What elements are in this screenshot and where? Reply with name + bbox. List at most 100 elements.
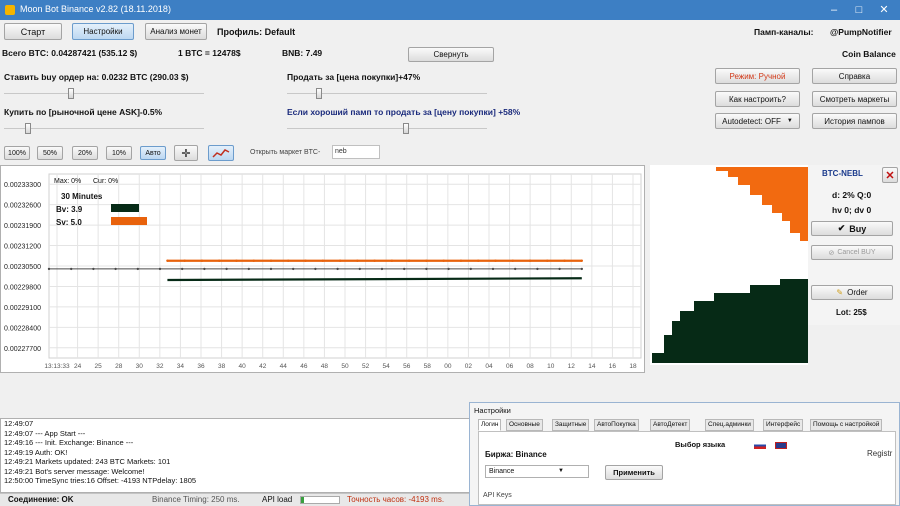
pair-label: BTC-NEBL	[822, 169, 863, 178]
x-tick-label: 50	[341, 363, 349, 370]
buy-market-slider-thumb[interactable]	[25, 123, 31, 134]
register-label[interactable]: Registr	[867, 449, 892, 458]
mode-manual-button[interactable]: Режим: Ручной	[715, 68, 800, 84]
series-point	[183, 259, 186, 262]
series-point	[203, 267, 206, 271]
x-tick-label: 12	[568, 363, 576, 370]
zoom-auto-button[interactable]: Авто	[140, 146, 166, 160]
close-window-button[interactable]: ✕	[872, 2, 896, 18]
market-search-input[interactable]: neb	[332, 145, 380, 159]
tab-special[interactable]: Спец.админки	[705, 419, 754, 431]
crosshair-icon[interactable]: ✛	[174, 145, 198, 161]
buy-market-slider[interactable]	[4, 123, 204, 134]
buy-order-label: Ставить buy ордер на: 0.0232 BTC (290.03…	[4, 72, 189, 82]
x-tick-label: 36	[197, 363, 205, 370]
log-line: 12:49:07	[4, 419, 34, 428]
x-tick-label: 06	[506, 363, 514, 370]
pump-history-button[interactable]: История пампов	[812, 113, 897, 129]
minimize-button[interactable]: –	[822, 2, 846, 18]
tab-autodetect[interactable]: АвтоДетект	[650, 419, 691, 431]
sell-slider[interactable]	[287, 88, 487, 99]
y-tick-label: 0.00228400	[4, 325, 41, 332]
series-point	[491, 267, 495, 271]
exchange-label: Биржа: Binance	[485, 450, 547, 459]
series-point	[563, 259, 566, 262]
lot-label: Lot: 25$	[836, 308, 867, 317]
series-point	[225, 267, 228, 271]
exchange-select-value: Binance	[489, 468, 515, 475]
settings-button[interactable]: Настройки	[72, 23, 134, 40]
series-point	[292, 267, 295, 271]
buy-order-slider[interactable]	[4, 88, 204, 99]
buy-order-slider-thumb[interactable]	[68, 88, 74, 99]
collapse-button[interactable]: Свернуть	[408, 47, 494, 62]
start-button[interactable]: Старт	[4, 23, 62, 40]
order-button[interactable]: ✎ Order	[811, 285, 893, 300]
tab-main[interactable]: Основные	[506, 419, 543, 431]
tab-interface[interactable]: Интерфейс	[763, 419, 804, 431]
close-pair-icon[interactable]: ✕	[882, 167, 898, 183]
series-point	[558, 267, 561, 271]
series-point	[356, 259, 359, 262]
y-tick-label: 0.00229800	[4, 284, 41, 291]
x-tick-label: 42	[259, 363, 267, 370]
series-point	[336, 267, 339, 271]
series-point	[114, 267, 117, 271]
help-button[interactable]: Справка	[812, 68, 897, 84]
x-tick-label: 32	[156, 363, 164, 370]
maximize-button[interactable]: □	[847, 2, 871, 18]
view-markets-button[interactable]: Смотреть маркеты	[812, 91, 897, 107]
series-point	[92, 267, 95, 271]
connection-status: Соединение: OK	[8, 495, 74, 504]
depth-stats-2: hv 0; dv 0	[832, 205, 872, 215]
log-panel[interactable]: 12:49:07 12:49:07 --- App Start --- 12:4…	[0, 418, 470, 493]
flag-russian-icon[interactable]	[754, 442, 766, 449]
x-tick-label: 00	[444, 363, 452, 370]
log-line: 12:49:07 --- App Start ---	[4, 428, 86, 438]
x-tick-label: 40	[239, 363, 247, 370]
price-chart[interactable]: 13:13:33 24 25 28 30 32 34 36 38 40 42 44 46 48 50 52 54…	[0, 165, 645, 373]
coin-analysis-button[interactable]: Анализ монет	[145, 23, 207, 40]
series-point	[390, 259, 394, 262]
zoom-100-button[interactable]: 100%	[4, 146, 30, 160]
series-point	[70, 267, 73, 271]
order-icon: ✎	[836, 288, 844, 297]
chart-mode-icon[interactable]	[208, 145, 234, 161]
sell-pump-slider-thumb[interactable]	[403, 123, 409, 134]
log-line: 12:49:21 Bot's server message: Welcome!	[4, 466, 145, 476]
series-point	[218, 259, 221, 262]
zoom-50-button[interactable]: 50%	[37, 146, 63, 160]
buy-volume-label: Bv: 3.9	[56, 205, 83, 214]
tab-login[interactable]: Логин	[478, 419, 502, 431]
apply-button[interactable]: Применить	[605, 465, 663, 480]
settings-title: Настройки	[474, 406, 511, 415]
series-point	[287, 259, 290, 262]
series-point	[247, 267, 250, 271]
api-keys-label: API Keys	[483, 492, 512, 499]
dropdown-arrow-icon: ▼	[786, 118, 793, 124]
series-point	[47, 267, 51, 271]
how-to-setup-button[interactable]: Как настроить?	[715, 91, 800, 107]
sell-pump-slider[interactable]	[287, 123, 487, 134]
cancel-buy-button[interactable]: ⊘ Cancel BUY	[811, 245, 893, 260]
sell-slider-thumb[interactable]	[316, 88, 322, 99]
series-point	[314, 267, 317, 271]
zoom-20-button[interactable]: 20%	[72, 146, 98, 160]
series-point	[200, 259, 204, 262]
pump-channel-name[interactable]: @PumpNotifier	[830, 27, 892, 37]
tab-protective[interactable]: Защитные	[552, 419, 590, 431]
series-point	[477, 259, 480, 262]
order-book-depth	[650, 165, 808, 365]
total-btc-balance: Всего BTC: 0.04287421 (535.12 $)	[2, 48, 138, 58]
x-tick-label: 25	[95, 363, 103, 370]
series-point	[166, 259, 169, 262]
flag-english-icon[interactable]	[775, 442, 787, 449]
x-tick-label: 56	[403, 363, 411, 370]
autodetect-button[interactable]: Autodetect: OFF ▼	[715, 113, 800, 129]
zoom-10-button[interactable]: 10%	[106, 146, 132, 160]
tab-setup-help[interactable]: Помощь с настройкой	[810, 419, 883, 431]
buy-button[interactable]: ✔ Buy	[811, 221, 893, 236]
tab-autobuy[interactable]: АвтоПокупка	[594, 419, 639, 431]
checkmark-icon: ✔	[837, 223, 846, 233]
exchange-select[interactable]: Binance ▼	[485, 465, 589, 478]
